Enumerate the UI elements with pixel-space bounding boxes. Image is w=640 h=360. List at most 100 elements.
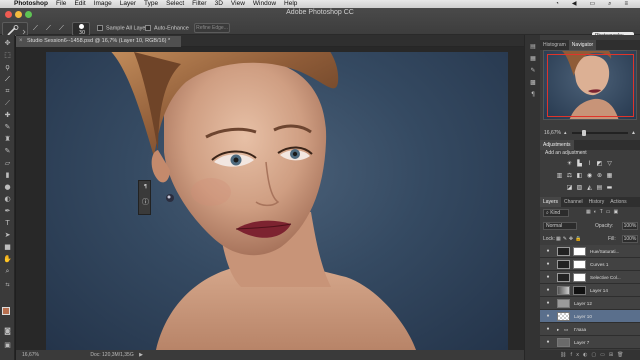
foreground-color-swatch[interactable] [2, 307, 10, 315]
layer-row[interactable]: ● Layer 12 [540, 297, 640, 310]
tab-actions[interactable]: Actions [607, 197, 629, 207]
spotlight-icon[interactable]: ⌕ [608, 0, 611, 8]
layer-thumbnail[interactable] [557, 299, 570, 308]
notification-icon[interactable]: ≡ [624, 0, 628, 8]
menu-3d[interactable]: 3D [215, 0, 223, 8]
info-panel-icon[interactable]: ⓘ [141, 197, 150, 206]
menu-layer[interactable]: Layer [120, 0, 136, 8]
expand-group-icon[interactable]: ▸ [557, 326, 559, 333]
fill-field[interactable]: 100% [622, 235, 638, 243]
layer-filter-kind[interactable]: ⌕ Kind [543, 209, 569, 217]
threshold-icon[interactable]: ◭ [586, 184, 593, 191]
tab-layers[interactable]: Layers [540, 197, 562, 207]
layer-mask-thumbnail[interactable] [573, 286, 586, 295]
navigator-thumbnail[interactable] [543, 50, 637, 120]
screen-mode-icon[interactable]: ▣ [3, 341, 12, 349]
lasso-tool-icon[interactable]: ϙ [3, 63, 12, 71]
status-zoom[interactable]: 16,67% [22, 352, 39, 358]
opacity-field[interactable]: 100% [622, 222, 638, 230]
type-tool-icon[interactable]: T [3, 219, 12, 227]
add-to-selection-icon[interactable]: ⟋ [46, 24, 55, 33]
layer-name[interactable]: Selective Col... [590, 274, 621, 281]
menu-window[interactable]: Window [253, 0, 276, 8]
zoom-slider-thumb[interactable] [582, 130, 586, 136]
menu-photoshop[interactable]: Photoshop [14, 0, 48, 8]
layer-row[interactable]: ● Hue/Saturati... [540, 245, 640, 258]
navigator-zoom-value[interactable]: 16,67% [544, 130, 561, 136]
paragraph-panel-icon[interactable]: ¶ [528, 91, 538, 99]
brush-panel-icon[interactable]: ✎ [528, 67, 538, 75]
levels-icon[interactable]: ▙ [576, 160, 583, 167]
menu-filter[interactable]: Filter [192, 0, 206, 8]
zoom-out-icon[interactable]: ▴ [564, 128, 567, 138]
layer-name[interactable]: Layer 14 [590, 287, 608, 294]
document-tab[interactable]: × Studio Session6--1458.psd @ 16,7% (Lay… [16, 36, 181, 47]
battery-icon[interactable]: ▭ [589, 0, 595, 8]
navigator-zoom-slider[interactable] [572, 130, 628, 136]
refine-edge-button[interactable]: Refine Edge... [194, 23, 230, 33]
invert-icon[interactable]: ◪ [566, 184, 573, 191]
layer-name[interactable]: Layer 7 [574, 339, 589, 346]
layer-row-selected[interactable]: ● Layer 10 [540, 310, 640, 323]
tab-history[interactable]: History [586, 197, 608, 207]
layer-group-row[interactable]: ● ▸ ▭ Глаза [540, 323, 640, 336]
zoom-tool-icon[interactable]: ⌕ [3, 267, 12, 275]
layer-name[interactable]: Curves 1 [590, 261, 608, 268]
layer-filter-icons[interactable]: ▦◐T▭▣ [586, 209, 638, 217]
sample-all-layers-option[interactable]: Sample All Layers [97, 25, 150, 31]
vibrance-icon[interactable]: ▽ [606, 160, 613, 167]
canvas-area[interactable]: ¶ ⓘ [16, 47, 524, 350]
status-arrow-icon[interactable]: ▶ [139, 352, 143, 358]
history-brush-icon[interactable]: ✎ [3, 147, 12, 155]
properties-panel-icon[interactable]: ▦ [528, 55, 538, 63]
layer-name[interactable]: Layer 12 [574, 300, 592, 307]
layer-thumbnail[interactable] [557, 312, 570, 321]
shape-tool-icon[interactable]: ■ [3, 243, 12, 251]
blur-tool-icon[interactable]: ● [3, 183, 12, 191]
layer-mask-thumbnail[interactable] [573, 273, 586, 282]
path-selection-icon[interactable]: ➤ [3, 231, 12, 239]
hand-tool-icon[interactable]: ✋ [3, 255, 12, 263]
subtract-selection-icon[interactable]: ⟋ [59, 24, 68, 33]
eraser-tool-icon[interactable]: ▱ [3, 159, 12, 167]
layer-row[interactable]: ● Selective Col... [540, 271, 640, 284]
visibility-eye-icon[interactable]: ● [544, 261, 552, 268]
lock-icons[interactable]: ▦✎✥🔒 [556, 236, 583, 242]
wifi-icon[interactable]: ◔ [555, 0, 559, 8]
color-balance-icon[interactable]: ⚖ [566, 172, 573, 179]
history-panel-icon[interactable]: ▤ [528, 43, 538, 51]
character-panel-icon[interactable]: ¶ [141, 184, 150, 192]
pen-tool-icon[interactable]: ✒ [3, 207, 12, 215]
gradient-map-icon[interactable]: ▬ [606, 184, 613, 191]
visibility-eye-icon[interactable]: ● [544, 300, 552, 307]
layer-row[interactable]: ● Layer 14 [540, 284, 640, 297]
layer-row[interactable]: ● Curves 1 [540, 258, 640, 271]
tab-adjustments[interactable]: Adjustments [540, 140, 574, 150]
crop-tool-icon[interactable]: ⌗ [3, 87, 12, 95]
exposure-icon[interactable]: ◩ [596, 160, 603, 167]
auto-enhance-option[interactable]: Auto-Enhance [145, 25, 189, 31]
selective-color-icon[interactable]: ▤ [596, 184, 603, 191]
gradient-tool-icon[interactable]: ▮ [3, 171, 12, 179]
visibility-eye-icon[interactable]: ● [544, 313, 552, 320]
auto-enhance-checkbox[interactable] [145, 25, 151, 31]
sample-all-layers-checkbox[interactable] [97, 25, 103, 31]
navigator-view-box[interactable] [547, 54, 634, 117]
visibility-eye-icon[interactable]: ● [544, 287, 552, 294]
layer-name[interactable]: Hue/Saturati... [590, 248, 619, 255]
channel-mixer-icon[interactable]: ⊛ [596, 172, 603, 179]
brush-size-picker[interactable]: 30 [72, 22, 90, 36]
color-lookup-icon[interactable]: ▦ [606, 172, 613, 179]
healing-brush-icon[interactable]: ✚ [3, 111, 12, 119]
visibility-eye-icon[interactable]: ● [544, 339, 552, 346]
menu-edit[interactable]: Edit [74, 0, 85, 8]
menu-view[interactable]: View [231, 0, 245, 8]
menu-file[interactable]: File [56, 0, 66, 8]
brightness-contrast-icon[interactable]: ☀ [566, 160, 573, 167]
black-white-icon[interactable]: ◧ [576, 172, 583, 179]
layer-thumbnail[interactable] [557, 338, 570, 347]
visibility-eye-icon[interactable]: ● [544, 326, 552, 333]
layer-name[interactable]: Глаза [574, 326, 586, 333]
brush-tool-icon[interactable]: ✎ [3, 123, 12, 131]
menu-help[interactable]: Help [284, 0, 297, 8]
